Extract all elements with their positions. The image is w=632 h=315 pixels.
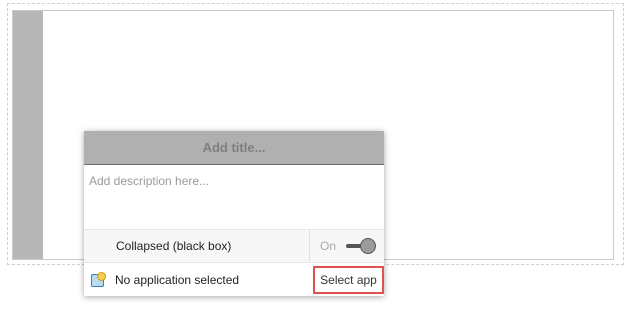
description-placeholder: Add description here... [89, 174, 210, 188]
collapsed-toggle[interactable] [346, 238, 376, 254]
toggle-knob[interactable] [360, 238, 376, 254]
title-placeholder: Add title... [202, 140, 266, 155]
description-field[interactable]: Add description here... [84, 165, 384, 230]
select-app-button[interactable]: Select app [313, 265, 384, 294]
collapsed-toggle-group: On [308, 230, 376, 262]
pool-lane-header[interactable] [13, 11, 43, 259]
toggle-state-label: On [319, 239, 336, 253]
application-info: No application selected [91, 272, 239, 287]
pool-properties-panel: Add title... Add description here... Col… [84, 131, 384, 296]
application-status: No application selected [115, 272, 240, 287]
collapsed-row: Collapsed (black box) On [84, 230, 384, 263]
application-gear-icon [91, 272, 106, 287]
diagram-canvas: Add title... Add description here... Col… [0, 0, 632, 315]
collapsed-label: Collapsed (black box) [116, 239, 232, 253]
title-field[interactable]: Add title... [84, 131, 384, 165]
application-row: No application selected Select app [84, 263, 384, 296]
